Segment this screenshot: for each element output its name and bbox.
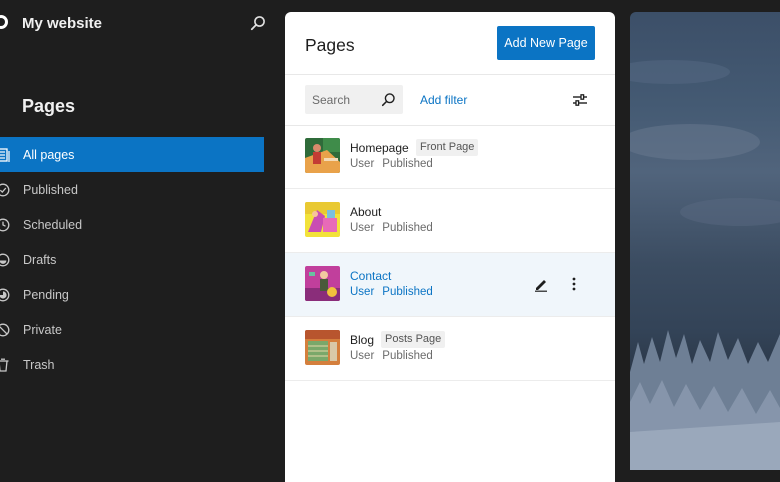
author: User — [350, 286, 375, 298]
sidebar-item-label: Published — [23, 182, 78, 197]
status: Published — [382, 350, 433, 362]
search-icon[interactable] — [250, 15, 266, 31]
page-title-link[interactable]: Homepage — [350, 141, 409, 155]
row-actions — [533, 276, 583, 294]
author: User — [350, 222, 375, 234]
drafts-icon — [0, 253, 10, 266]
page-thumbnail[interactable] — [305, 202, 340, 237]
status: Published — [382, 286, 433, 298]
front-page-badge: Front Page — [416, 139, 479, 156]
more-actions-icon[interactable] — [571, 276, 577, 292]
sidebar-item-all-pages[interactable]: All pages — [0, 137, 264, 172]
page-title-link[interactable]: Blog — [350, 333, 374, 347]
site-header: My website — [0, 0, 272, 46]
pages-icon — [0, 147, 10, 162]
sidebar-item-label: Private — [23, 322, 62, 337]
table-row[interactable]: Blog Posts Page User Published — [285, 317, 615, 381]
sidebar-item-label: Trash — [23, 357, 55, 372]
sidebar-item-trash[interactable]: Trash — [0, 347, 264, 382]
edit-pencil-icon[interactable] — [533, 276, 549, 292]
page-thumbnail[interactable] — [305, 138, 340, 173]
sidebar-item-label: All pages — [23, 147, 75, 162]
preview-image — [630, 60, 780, 470]
add-filter-button[interactable]: Add filter — [420, 93, 467, 107]
row-meta: User Published — [350, 222, 433, 234]
view-options-icon[interactable] — [572, 92, 588, 108]
status: Published — [382, 158, 433, 170]
table-row[interactable]: About User Published — [285, 189, 615, 253]
row-meta: User Published — [350, 350, 433, 362]
page-thumbnail[interactable] — [305, 266, 340, 301]
sidebar-item-scheduled[interactable]: Scheduled — [0, 207, 264, 242]
sidebar-item-label: Drafts — [23, 252, 57, 267]
pending-icon — [0, 288, 10, 301]
sidebar: My website Pages All pages Published Sch… — [0, 0, 272, 470]
sidebar-item-label: Pending — [23, 287, 69, 302]
site-preview[interactable] — [630, 12, 780, 470]
published-icon — [0, 183, 10, 196]
page-thumbnail[interactable] — [305, 330, 340, 365]
page-title-link[interactable]: Contact — [350, 269, 391, 283]
sidebar-title: Pages — [22, 96, 76, 116]
table-row[interactable]: Homepage Front Page User Published — [285, 125, 615, 189]
page-title: Pages — [305, 35, 355, 55]
status: Published — [382, 222, 433, 234]
author: User — [350, 350, 375, 362]
author: User — [350, 158, 375, 170]
pages-panel: Pages Add New Page Add filter — [285, 12, 615, 482]
scheduled-icon — [0, 218, 10, 231]
posts-page-badge: Posts Page — [381, 331, 446, 348]
filter-toolbar: Add filter — [285, 74, 615, 126]
sidebar-item-private[interactable]: Private — [0, 312, 264, 347]
search-icon[interactable] — [381, 92, 396, 107]
site-title[interactable]: My website — [22, 15, 102, 32]
wordpress-logo-icon[interactable] — [0, 15, 8, 29]
sidebar-item-pending[interactable]: Pending — [0, 277, 264, 312]
sidebar-nav: All pages Published Scheduled Drafts Pen… — [0, 137, 264, 382]
row-meta: User Published — [350, 286, 433, 298]
page-title-link[interactable]: About — [350, 205, 381, 219]
trash-icon — [0, 358, 9, 372]
sidebar-item-drafts[interactable]: Drafts — [0, 242, 264, 277]
sidebar-item-label: Scheduled — [23, 217, 83, 232]
search-field[interactable] — [305, 85, 403, 114]
pages-list: Homepage Front Page User Published About … — [285, 125, 615, 381]
table-row[interactable]: Contact User Published — [285, 253, 615, 317]
search-input[interactable] — [312, 85, 376, 114]
row-meta: User Published — [350, 158, 433, 170]
add-new-page-button[interactable]: Add New Page — [497, 26, 595, 60]
sidebar-item-published[interactable]: Published — [0, 172, 264, 207]
private-icon — [0, 323, 10, 336]
